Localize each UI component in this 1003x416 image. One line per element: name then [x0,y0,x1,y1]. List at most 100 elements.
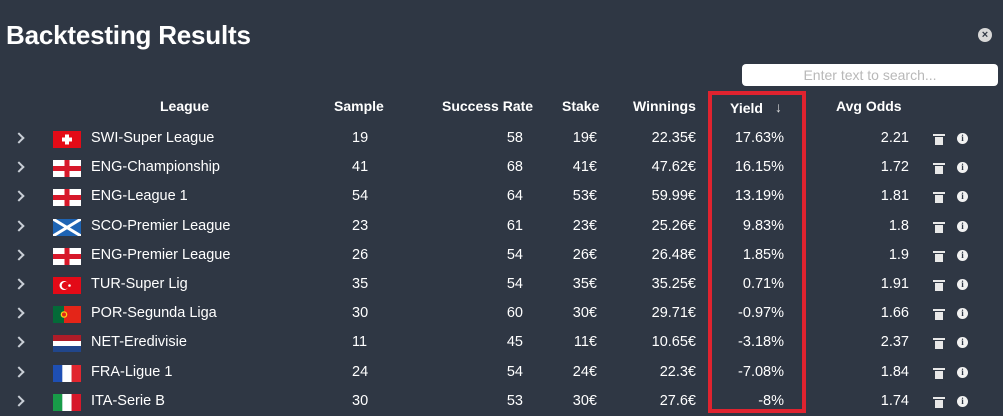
chevron-right-icon[interactable] [13,395,25,407]
avg-odds-value: 1.81 [880,188,909,204]
table-row[interactable]: ENG-League 1 54 64 53€ 59.99€ 13.19% 1.81 i [0,182,1003,211]
column-header-avg-odds[interactable]: Avg Odds [836,98,902,114]
league-name: FRA-Ligue 1 [91,364,173,380]
table-row[interactable]: SWI-Super League 19 58 19€ 22.35€ 17.63% 2.21 i [0,124,1003,153]
league-name: SWI-Super League [91,130,215,146]
success-rate-value: 54 [506,364,523,380]
winnings-value: 26.48€ [651,247,696,263]
england-flag [53,160,81,177]
success-rate-value: 64 [506,188,523,204]
winnings-value: 29.71€ [651,305,696,321]
yield-value: -3.18% [738,334,784,350]
stake-value: 30€ [572,305,597,321]
avg-odds-value: 1.84 [880,364,909,380]
info-icon[interactable]: i [957,221,968,232]
winnings-value: 22.3€ [659,364,696,380]
chevron-right-icon[interactable] [13,307,25,319]
info-icon[interactable]: i [957,337,968,348]
stake-value: 35€ [572,276,597,292]
stake-value: 24€ [572,364,597,380]
yield-value: -8% [758,393,784,409]
france-flag [53,365,81,382]
trash-icon[interactable] [933,338,945,349]
stake-value: 53€ [572,188,597,204]
column-header-stake[interactable]: Stake [562,98,599,114]
sample-value: 54 [352,188,369,204]
success-rate-value: 58 [506,130,523,146]
column-header-winnings[interactable]: Winnings [633,98,696,114]
chevron-right-icon[interactable] [13,366,25,378]
england-flag [53,248,81,265]
table-row[interactable]: SCO-Premier League 23 61 23€ 25.26€ 9.83% 1.8 i [0,212,1003,241]
switzerland-flag [53,131,81,148]
chevron-right-icon[interactable] [13,278,25,290]
chevron-right-icon[interactable] [13,161,25,173]
scotland-flag [53,219,81,236]
table-row[interactable]: ENG-Premier League 26 54 26€ 26.48€ 1.85% 1.9 i [0,241,1003,270]
trash-icon[interactable] [933,163,945,174]
league-name: TUR-Super Lig [91,276,188,292]
avg-odds-value: 1.91 [880,276,909,292]
success-rate-value: 53 [506,393,523,409]
stake-value: 26€ [572,247,597,263]
stake-value: 19€ [572,130,597,146]
close-icon[interactable]: × [978,28,992,42]
chevron-right-icon[interactable] [13,132,25,144]
trash-icon[interactable] [933,397,945,408]
league-name: ENG-Premier League [91,247,231,263]
portugal-flag [53,306,81,323]
trash-icon[interactable] [933,192,945,203]
success-rate-value: 68 [506,159,523,175]
table-row[interactable]: POR-Segunda Liga 30 60 30€ 29.71€ -0.97% 1.66 i [0,299,1003,328]
column-header-league[interactable]: League [160,98,209,114]
column-header-success-rate[interactable]: Success Rate [442,98,533,114]
column-header-sample[interactable]: Sample [334,98,384,114]
trash-icon[interactable] [933,251,945,262]
yield-value: -7.08% [738,364,784,380]
info-icon[interactable]: i [957,191,968,202]
yield-value: 16.15% [734,159,784,175]
info-icon[interactable]: i [957,396,968,407]
trash-icon[interactable] [933,309,945,320]
league-name: ITA-Serie B [91,393,165,409]
success-rate-value: 60 [506,305,523,321]
yield-value: 13.19% [734,188,784,204]
stake-value: 23€ [572,218,597,234]
chevron-right-icon[interactable] [13,220,25,232]
success-rate-value: 54 [506,276,523,292]
table-row[interactable]: TUR-Super Lig 35 54 35€ 35.25€ 0.71% 1.91 i [0,270,1003,299]
chevron-right-icon[interactable] [13,190,25,202]
avg-odds-value: 1.72 [880,159,909,175]
winnings-value: 22.35€ [651,130,696,146]
trash-icon[interactable] [933,134,945,145]
chevron-right-icon[interactable] [13,249,25,261]
avg-odds-value: 1.74 [880,393,909,409]
league-name: ENG-League 1 [91,188,188,204]
avg-odds-value: 2.21 [880,130,909,146]
trash-icon[interactable] [933,280,945,291]
stake-value: 11€ [573,334,597,350]
search-input[interactable] [742,64,998,86]
table-row[interactable]: ENG-Championship 41 68 41€ 47.62€ 16.15% 1.72 i [0,153,1003,182]
trash-icon[interactable] [933,222,945,233]
info-icon[interactable]: i [957,250,968,261]
yield-value: 17.63% [734,130,784,146]
winnings-value: 35.25€ [651,276,696,292]
trash-icon[interactable] [933,368,945,379]
info-icon[interactable]: i [957,308,968,319]
success-rate-value: 54 [506,247,523,263]
winnings-value: 47.62€ [651,159,696,175]
avg-odds-value: 2.37 [880,334,909,350]
info-icon[interactable]: i [957,133,968,144]
info-icon[interactable]: i [957,367,968,378]
info-icon[interactable]: i [957,162,968,173]
table-row[interactable]: FRA-Ligue 1 24 54 24€ 22.3€ -7.08% 1.84 i [0,358,1003,387]
yield-value: 9.83% [742,218,784,234]
avg-odds-value: 1.8 [888,218,909,234]
table-row[interactable]: NET-Eredivisie 11 45 11€ 10.65€ -3.18% 2.37 i [0,328,1003,357]
table-row[interactable]: ITA-Serie B 30 53 30€ 27.6€ -8% 1.74 i [0,387,1003,416]
league-name: NET-Eredivisie [91,334,187,350]
info-icon[interactable]: i [957,279,968,290]
sample-value: 11 [352,334,368,350]
chevron-right-icon[interactable] [13,336,25,348]
